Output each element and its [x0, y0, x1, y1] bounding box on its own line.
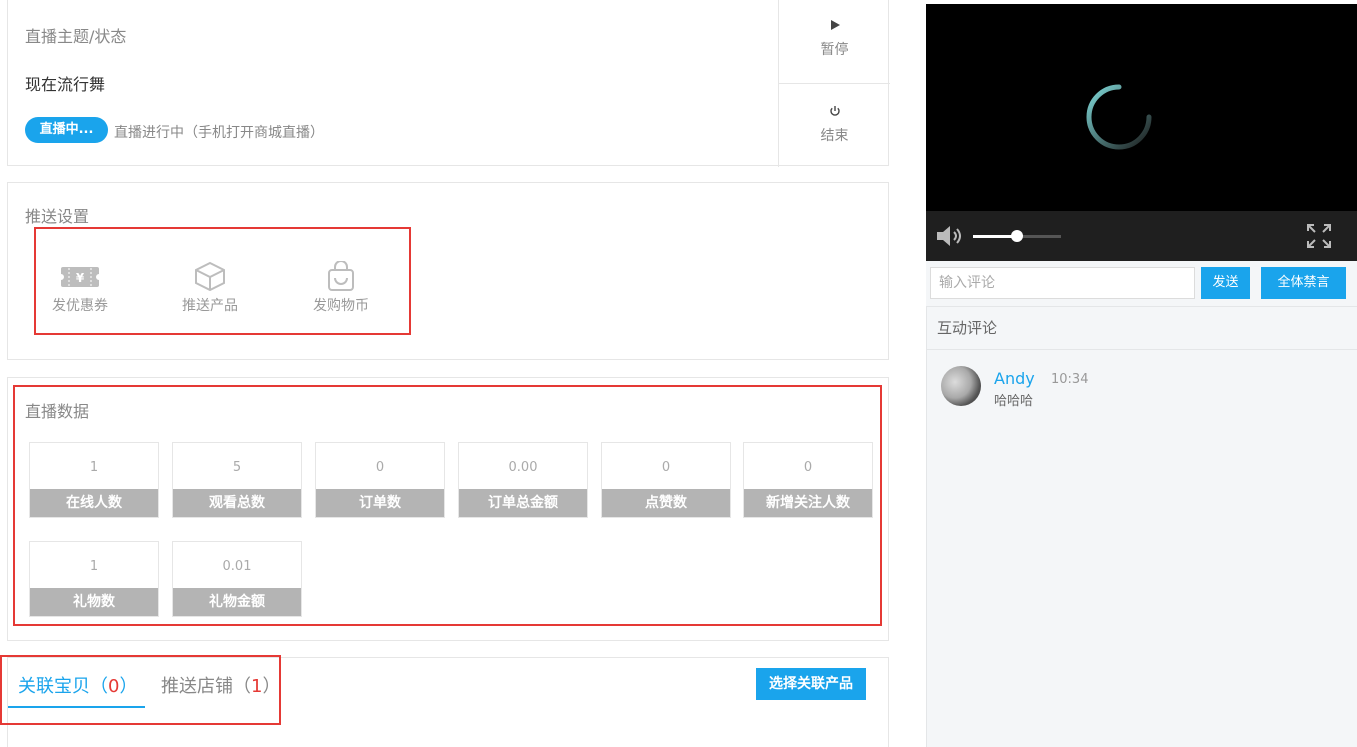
play-icon	[779, 19, 890, 37]
highlight-box-tabs	[0, 655, 281, 725]
end-button[interactable]: 结束	[779, 105, 890, 145]
live-status-badge: 直播中...	[25, 117, 108, 143]
status-panel: 直播主题/状态 现在流行舞 直播中... 直播进行中（手机打开商城直播） 暂停 …	[7, 0, 890, 167]
loading-spinner-icon	[1086, 84, 1152, 150]
highlight-box-data	[13, 385, 882, 626]
comments-area: 互动评论 Andy 10:34 哈哈哈	[926, 307, 1357, 747]
video-player[interactable]	[926, 4, 1357, 211]
volume-knob[interactable]	[1011, 230, 1023, 242]
comment-bar: 发送 全体禁言	[926, 261, 1357, 307]
power-icon	[779, 105, 890, 123]
live-title: 现在流行舞	[25, 75, 106, 94]
push-section-title: 推送设置	[25, 207, 90, 226]
comment-time: 10:34	[1051, 372, 1089, 387]
speaker-icon[interactable]	[935, 224, 965, 248]
fullscreen-icon[interactable]	[1306, 223, 1332, 249]
status-section-title: 直播主题/状态	[25, 27, 127, 46]
pause-button[interactable]: 暂停	[779, 19, 890, 59]
comment-text: 哈哈哈	[994, 394, 1034, 409]
pause-label: 暂停	[820, 42, 849, 58]
send-comment-button[interactable]: 发送	[1201, 267, 1250, 299]
status-divider-horizontal	[778, 83, 890, 84]
highlight-box-push	[34, 227, 411, 335]
volume-slider[interactable]	[973, 230, 1061, 242]
select-related-product-button[interactable]: 选择关联产品	[756, 668, 866, 700]
end-label: 结束	[820, 128, 849, 144]
comment-author[interactable]: Andy	[994, 369, 1035, 388]
avatar	[941, 366, 981, 406]
player-controls	[926, 211, 1357, 261]
live-status-description: 直播进行中（手机打开商城直播）	[114, 125, 324, 141]
mute-all-button[interactable]: 全体禁言	[1261, 267, 1346, 299]
comments-header: 互动评论	[927, 307, 1357, 350]
comment-input[interactable]	[930, 267, 1195, 299]
